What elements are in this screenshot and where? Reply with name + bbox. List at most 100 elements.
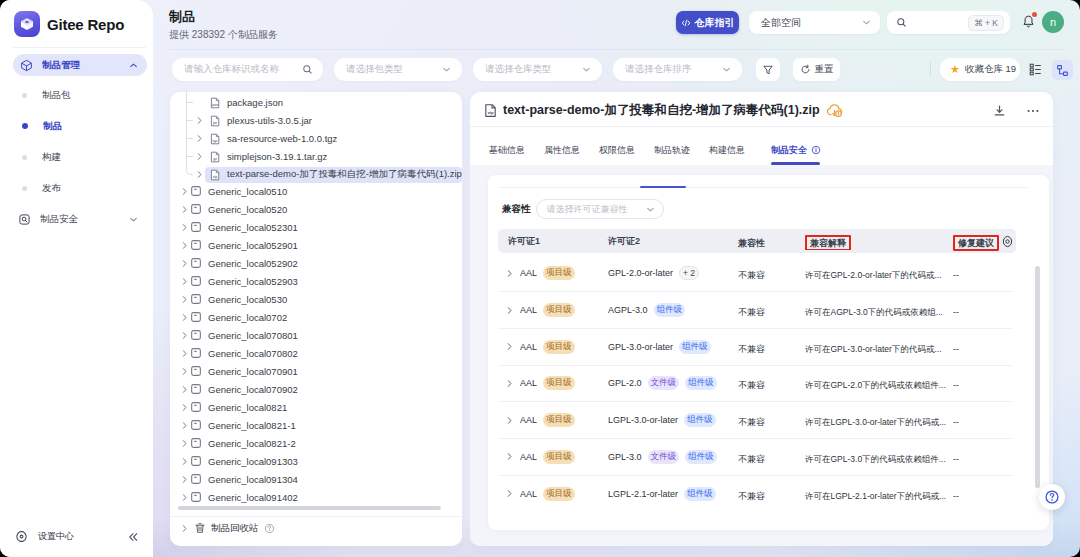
expand-chevron-icon[interactable] — [179, 367, 189, 376]
tree-file-item[interactable]: ziptext-parse-demo-加了投毒和自挖-增加了病毒代码(1).zi… — [170, 166, 462, 184]
sidebar-item-artifacts[interactable]: 制品 — [13, 116, 147, 136]
expand-chevron-icon[interactable] — [505, 416, 514, 425]
expand-chevron-icon[interactable] — [194, 170, 204, 179]
tree-repo-item[interactable]: Generic_local052902 — [170, 254, 462, 272]
tree-repo-item[interactable]: Generic_local091304 — [170, 470, 462, 488]
tab-1[interactable]: 基础信息 — [489, 144, 525, 157]
tree-repo-item[interactable]: Generic_local0821-2 — [170, 434, 462, 452]
tab-label: 基础信息 — [489, 144, 525, 157]
tree-repo-item[interactable]: Generic_local052301 — [170, 218, 462, 236]
expand-chevron-icon[interactable] — [179, 205, 189, 214]
expand-chevron-icon[interactable] — [505, 379, 514, 388]
help-floating-button[interactable] — [1039, 484, 1065, 510]
expand-chevron-icon[interactable] — [179, 439, 189, 448]
badge-project: 项目级 — [543, 303, 575, 317]
compatibility-explanation: 许可在GPL-3.0-or-later下的代码或... — [805, 344, 942, 354]
tree-view-toggle-icon[interactable] — [1052, 60, 1073, 80]
expand-chevron-icon[interactable] — [179, 331, 189, 340]
expand-chevron-icon[interactable] — [179, 475, 189, 484]
tree-repo-item[interactable]: Generic_local091402 — [170, 488, 462, 506]
expand-chevron-icon[interactable] — [179, 277, 189, 286]
expand-chevron-icon[interactable] — [179, 349, 189, 358]
expand-chevron-icon[interactable] — [179, 493, 189, 502]
repo-type-select[interactable]: 请选择仓库类型 — [473, 58, 602, 81]
expand-chevron-icon[interactable] — [505, 452, 514, 461]
sidebar-item-artifact-security[interactable]: 制品安全 — [13, 209, 147, 229]
tree-repo-item[interactable]: Generic_local052901 — [170, 236, 462, 254]
expand-chevron-icon[interactable] — [179, 295, 189, 304]
global-search-input[interactable]: ⌘ + K — [887, 11, 1010, 34]
tree-file-item[interactable]: jarplexus-utils-3.0.5.jar — [170, 112, 462, 130]
tree-repo-item[interactable]: Generic_local0702 — [170, 308, 462, 326]
avatar[interactable]: n — [1042, 11, 1064, 33]
download-icon[interactable] — [993, 104, 1006, 117]
repo-sort-select[interactable]: 请选择仓库排序 — [613, 58, 742, 81]
expand-chevron-icon[interactable] — [505, 342, 514, 351]
reset-filters-button[interactable]: 重置 — [793, 58, 840, 81]
expand-chevron-icon[interactable] — [194, 134, 204, 143]
brand-name: Gitee Repo — [47, 16, 124, 33]
tab-5[interactable]: 构建信息 — [709, 144, 745, 157]
settings-label[interactable]: 设置中心 — [38, 530, 127, 543]
tree-repo-item[interactable]: Generic_local0821-1 — [170, 416, 462, 434]
tree-file-item[interactable]: jsonpackage.json — [170, 94, 462, 112]
tree-item-label: Generic_local070802 — [208, 348, 298, 359]
tab-4[interactable]: 制品轨迹 — [654, 144, 690, 157]
expand-chevron-icon[interactable] — [179, 223, 189, 232]
zip-file-icon: zip — [209, 169, 221, 181]
sidebar-item-release[interactable]: 发布 — [13, 178, 147, 198]
tree-repo-item[interactable]: Generic_local0530 — [170, 290, 462, 308]
tree-repo-item[interactable]: Generic_local052903 — [170, 272, 462, 290]
tree-repo-item[interactable]: Generic_local070801 — [170, 326, 462, 344]
tree-repo-item[interactable]: Generic_local0821 — [170, 398, 462, 416]
generic-repo-icon — [190, 347, 202, 359]
expand-chevron-icon[interactable] — [179, 241, 189, 250]
tree-repo-item[interactable]: Generic_local091303 — [170, 452, 462, 470]
tree-repo-item[interactable]: Generic_local070802 — [170, 344, 462, 362]
expand-chevron-icon[interactable] — [179, 421, 189, 430]
license-compatibility-select[interactable]: 请选择许可证兼容性 — [536, 199, 664, 219]
horizontal-scrollbar[interactable] — [178, 506, 441, 510]
generic-repo-icon — [190, 239, 202, 251]
sidebar-item-product-management[interactable]: 制品管理 — [13, 54, 147, 76]
expand-chevron-icon[interactable] — [505, 306, 514, 315]
favorite-repos-button[interactable]: ★ 收藏仓库 19 — [940, 58, 1020, 81]
recycle-bin-item[interactable]: 制品回收站 — [170, 517, 462, 539]
expand-chevron-icon[interactable] — [179, 259, 189, 268]
expand-chevron-icon[interactable] — [505, 489, 514, 498]
sidebar-item-packages[interactable]: 制品包 — [13, 85, 147, 105]
expand-chevron-icon[interactable] — [194, 152, 204, 161]
tree-file-item[interactable]: tgzsa-resource-web-1.0.0.tgz — [170, 130, 462, 148]
sidebar-item-build[interactable]: 构建 — [13, 147, 147, 167]
list-view-toggle-icon[interactable] — [1028, 62, 1043, 77]
package-type-select[interactable]: 请选择包类型 — [334, 58, 462, 81]
tree-file-item[interactable]: gzsimplejson-3.19.1.tar.gz — [170, 148, 462, 166]
tree-item-label: Generic_local0821-2 — [208, 438, 296, 449]
vertical-scrollbar[interactable] — [1035, 266, 1040, 488]
advanced-filter-button[interactable] — [756, 58, 780, 81]
tab-6[interactable]: 制品安全 — [771, 144, 821, 157]
column-settings-gear-icon[interactable] — [1001, 235, 1014, 248]
bullet-dot-icon — [22, 186, 27, 191]
tree-repo-item[interactable]: Generic_local070901 — [170, 362, 462, 380]
collapse-sidebar-icon[interactable] — [127, 531, 139, 543]
space-select[interactable]: 全部空间 — [749, 11, 880, 34]
expand-chevron-icon[interactable] — [179, 385, 189, 394]
expand-chevron-icon[interactable] — [194, 116, 204, 125]
expand-chevron-icon[interactable] — [179, 403, 189, 412]
expand-chevron-icon[interactable] — [179, 457, 189, 466]
license2-name: LGPL-3.0-or-later — [608, 415, 678, 425]
repo-search-input[interactable]: 请输入仓库标识或名称 — [172, 58, 323, 81]
tree-repo-item[interactable]: Generic_local070902 — [170, 380, 462, 398]
repo-guide-button[interactable]: 仓库指引 — [676, 11, 739, 34]
tree-repo-item[interactable]: Generic_local0510 — [170, 182, 462, 200]
more-actions-icon[interactable] — [1026, 104, 1040, 118]
license2-name: GPL-2.0-or-later — [608, 268, 673, 278]
settings-gear-icon[interactable] — [14, 529, 29, 544]
tree-repo-item[interactable]: Generic_local0520 — [170, 200, 462, 218]
expand-chevron-icon[interactable] — [505, 269, 514, 278]
tab-3[interactable]: 权限信息 — [599, 144, 635, 157]
tab-2[interactable]: 属性信息 — [544, 144, 580, 157]
expand-chevron-icon[interactable] — [179, 187, 189, 196]
expand-chevron-icon[interactable] — [179, 313, 189, 322]
